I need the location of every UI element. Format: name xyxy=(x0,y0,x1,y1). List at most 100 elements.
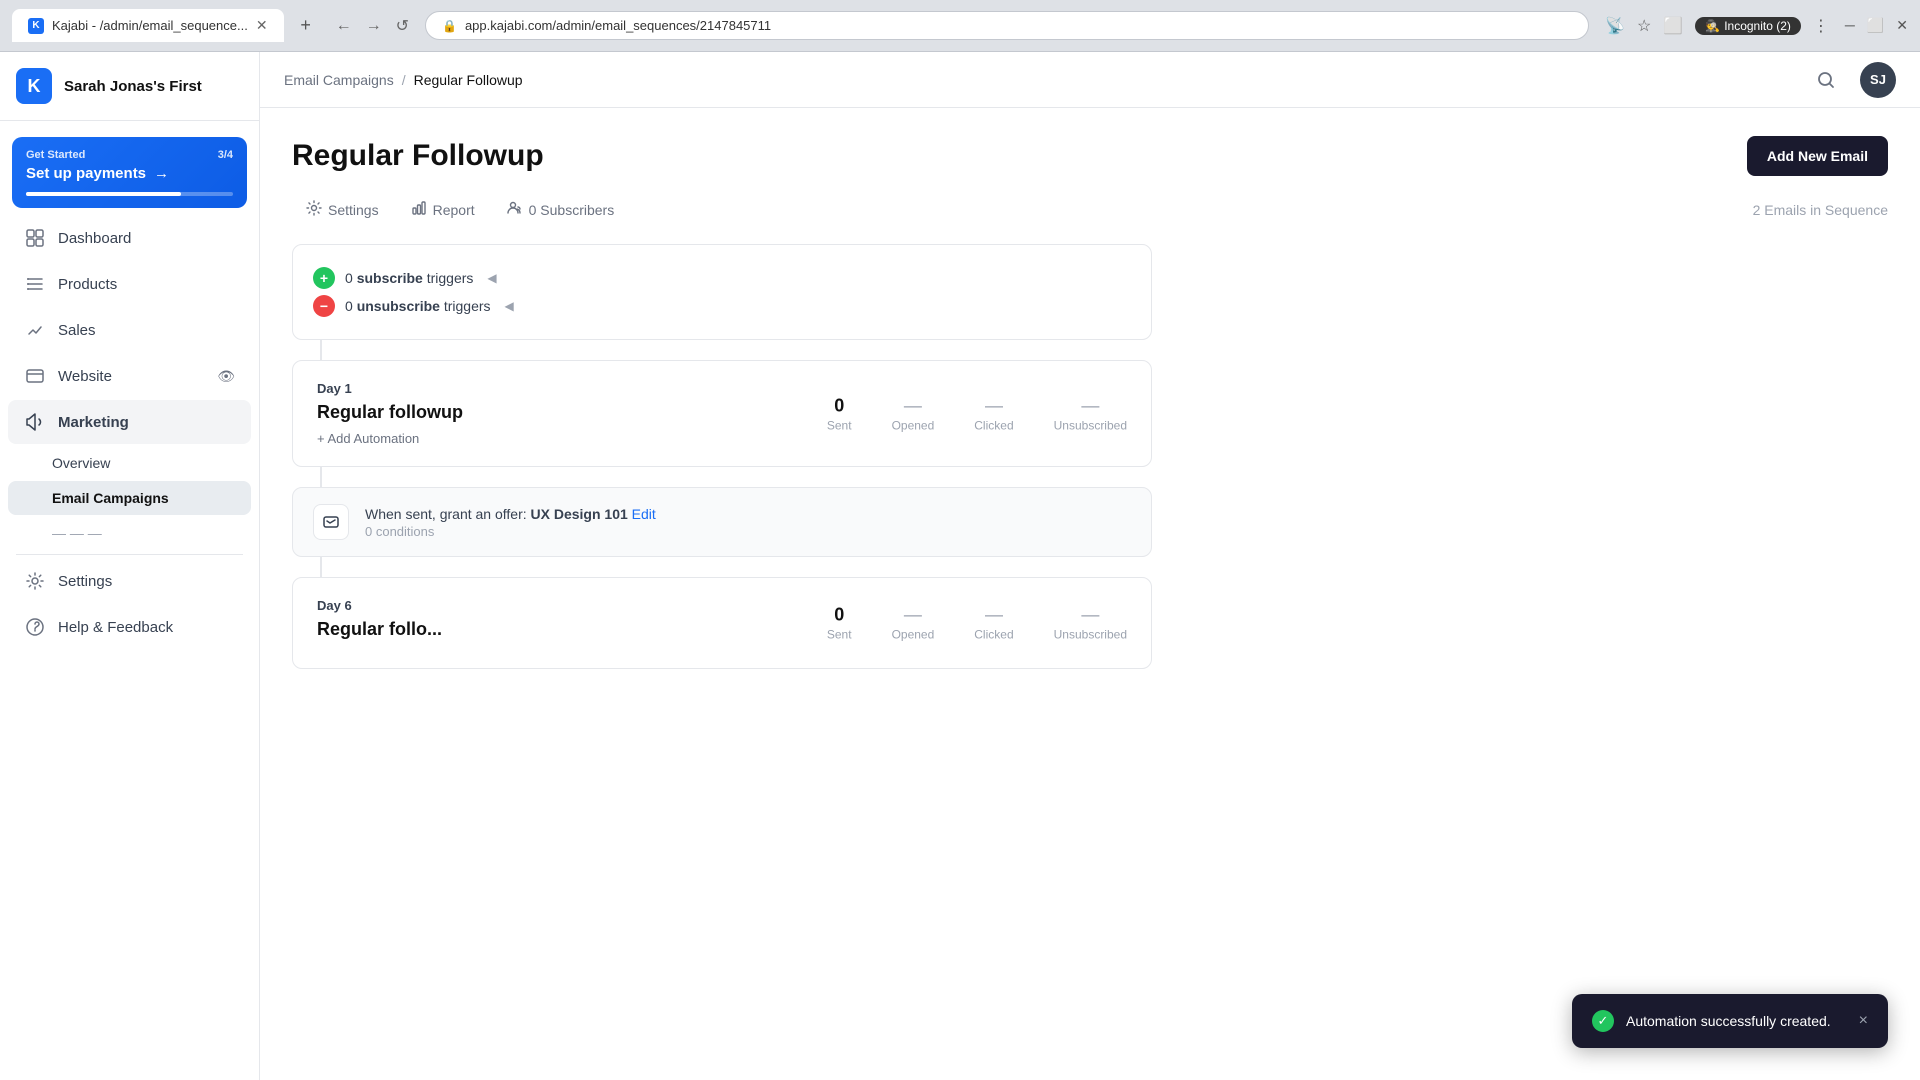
topbar: Email Campaigns / Regular Followup SJ xyxy=(260,52,1920,108)
automation-card: When sent, grant an offer: UX Design 101… xyxy=(292,487,1152,557)
minimize-button[interactable]: ─ xyxy=(1845,17,1855,34)
sidebar: K Sarah Jonas's First Get Started 3/4 Se… xyxy=(0,52,260,1080)
sidebar-item-marketing[interactable]: Marketing xyxy=(8,400,251,444)
products-label: Products xyxy=(58,276,235,293)
menu-icon[interactable]: ⋮ xyxy=(1813,16,1829,36)
report-tab-icon xyxy=(411,200,427,220)
day-1-card: Day 1 Regular followup + Add Automation … xyxy=(292,360,1152,467)
website-icon xyxy=(24,365,46,387)
app-wrapper: K Sarah Jonas's First Get Started 3/4 Se… xyxy=(0,52,1920,1080)
sidebar-subitem-overview[interactable]: Overview xyxy=(8,446,251,480)
tab-report[interactable]: Report xyxy=(397,192,489,228)
address-bar[interactable]: 🔒 app.kajabi.com/admin/email_sequences/2… xyxy=(425,11,1589,40)
unsubscribe-trigger-arrow[interactable]: ◀ xyxy=(505,299,514,313)
sidebar-subitem-placeholder[interactable]: — — — xyxy=(8,516,251,550)
url-text: app.kajabi.com/admin/email_sequences/214… xyxy=(465,18,771,33)
sidebar-item-settings[interactable]: Settings xyxy=(8,559,251,603)
timeline-connector-2 xyxy=(320,467,322,487)
sidebar-item-sales[interactable]: Sales xyxy=(8,308,251,352)
day6-clicked-stat: — Clicked xyxy=(974,605,1013,642)
cast-icon[interactable]: 📡 xyxy=(1605,16,1625,36)
triggers-section: + 0 subscribe triggers ◀ − 0 unsubscribe… xyxy=(292,244,1152,340)
day-6-stats: 0 Sent — Opened — Clicked xyxy=(827,605,1127,642)
add-new-email-button[interactable]: Add New Email xyxy=(1747,136,1888,176)
day6-opened-label: Opened xyxy=(892,628,935,642)
day-1-label: Day 1 xyxy=(317,381,1127,396)
sent-value: 0 xyxy=(827,395,852,416)
settings-tab-icon xyxy=(306,200,322,220)
subscribe-trigger-text: 0 subscribe triggers xyxy=(345,270,473,286)
day6-sent-stat: 0 Sent xyxy=(827,605,852,642)
search-button[interactable] xyxy=(1808,62,1844,98)
breadcrumb: Email Campaigns / Regular Followup xyxy=(284,72,1808,88)
window-controls: ─ ⬜ ✕ xyxy=(1845,17,1908,34)
page-header: Regular Followup Add New Email xyxy=(292,136,1888,176)
dashboard-label: Dashboard xyxy=(58,230,235,247)
website-eye-icon: 👁 xyxy=(217,368,235,385)
setup-banner-label: Get Started 3/4 xyxy=(26,149,233,161)
sales-label: Sales xyxy=(58,322,235,339)
day-1-stats: 0 Sent — Opened — Clicked xyxy=(827,395,1127,432)
toast-notification: ✓ Automation successfully created. × xyxy=(1572,994,1888,1048)
unsubscribed-label: Unsubscribed xyxy=(1054,418,1127,432)
forward-button[interactable]: → xyxy=(366,17,382,35)
maximize-button[interactable]: ⬜ xyxy=(1867,17,1884,34)
new-tab-button[interactable]: + xyxy=(292,12,320,40)
settings-tab-label: Settings xyxy=(328,202,379,218)
day-6-section: Day 6 Regular follo... 0 Sent — Opened xyxy=(292,577,1152,669)
user-avatar[interactable]: SJ xyxy=(1860,62,1896,98)
day6-opened-value: — xyxy=(892,605,935,626)
sidebar-header: K Sarah Jonas's First xyxy=(0,52,259,121)
main-content: Email Campaigns / Regular Followup SJ xyxy=(260,52,1920,1080)
toast-success-icon: ✓ xyxy=(1592,1010,1614,1032)
sidebar-item-dashboard[interactable]: Dashboard xyxy=(8,216,251,260)
report-tab-label: Report xyxy=(433,202,475,218)
add-automation-button[interactable]: + Add Automation xyxy=(317,431,1127,446)
subscribe-trigger-arrow[interactable]: ◀ xyxy=(487,271,496,285)
browser-favicon: K xyxy=(28,18,44,34)
sent-stat: 0 Sent xyxy=(827,395,852,432)
day6-opened-stat: — Opened xyxy=(892,605,935,642)
tab-settings[interactable]: Settings xyxy=(292,192,393,228)
sidebar-item-help[interactable]: Help & Feedback xyxy=(8,605,251,649)
subscribe-trigger-icon: + xyxy=(313,267,335,289)
sidebar-divider xyxy=(16,554,243,555)
sent-label: Sent xyxy=(827,418,852,432)
breadcrumb-parent-link[interactable]: Email Campaigns xyxy=(284,72,394,88)
refresh-button[interactable]: ↺ xyxy=(396,16,409,36)
automation-conditions: 0 conditions xyxy=(365,524,656,539)
browser-right-controls: 📡 ☆ ⬜ 🕵 Incognito (2) ⋮ xyxy=(1605,16,1829,36)
sidebar-item-website[interactable]: Website 👁 xyxy=(8,354,251,398)
clicked-value: — xyxy=(974,395,1013,416)
browser-tab[interactable]: K Kajabi - /admin/email_sequence... ✕ xyxy=(12,9,284,42)
toast-close-button[interactable]: × xyxy=(1859,1012,1868,1030)
day-1-section: Day 1 Regular followup + Add Automation … xyxy=(292,360,1152,557)
timeline-connector-3 xyxy=(320,557,322,577)
clicked-label: Clicked xyxy=(974,418,1013,432)
topbar-right: SJ xyxy=(1808,62,1896,98)
tab-close-button[interactable]: ✕ xyxy=(256,17,268,34)
timeline: + 0 subscribe triggers ◀ − 0 unsubscribe… xyxy=(292,244,1888,669)
close-button[interactable]: ✕ xyxy=(1896,17,1908,34)
unsubscribe-trigger-text: 0 unsubscribe triggers xyxy=(345,298,491,314)
subscribe-trigger-row: + 0 subscribe triggers ◀ xyxy=(313,267,1131,289)
sidebar-item-products[interactable]: Products xyxy=(8,262,251,306)
sidebar-subitem-email-campaigns[interactable]: Email Campaigns xyxy=(8,481,251,515)
setup-banner-progress-bar xyxy=(26,192,233,196)
back-button[interactable]: ← xyxy=(336,17,352,35)
automation-details: When sent, grant an offer: UX Design 101… xyxy=(365,506,656,539)
dashboard-icon xyxy=(24,227,46,249)
unsubscribed-stat: — Unsubscribed xyxy=(1054,395,1127,432)
tab-subscribers[interactable]: 0 Subscribers xyxy=(493,192,629,228)
extension-icon[interactable]: ⬜ xyxy=(1663,16,1683,36)
setup-banner[interactable]: Get Started 3/4 Set up payments → xyxy=(12,137,247,208)
day6-unsubscribed-value: — xyxy=(1054,605,1127,626)
browser-chrome: K Kajabi - /admin/email_sequence... ✕ + … xyxy=(0,0,1920,52)
day6-clicked-value: — xyxy=(974,605,1013,626)
browser-nav-controls: ← → ↺ xyxy=(336,16,409,36)
lock-icon: 🔒 xyxy=(442,19,457,33)
edit-automation-link[interactable]: Edit xyxy=(632,506,656,522)
clicked-stat: — Clicked xyxy=(974,395,1013,432)
bookmark-icon[interactable]: ☆ xyxy=(1637,16,1651,36)
page-title: Regular Followup xyxy=(292,139,544,173)
